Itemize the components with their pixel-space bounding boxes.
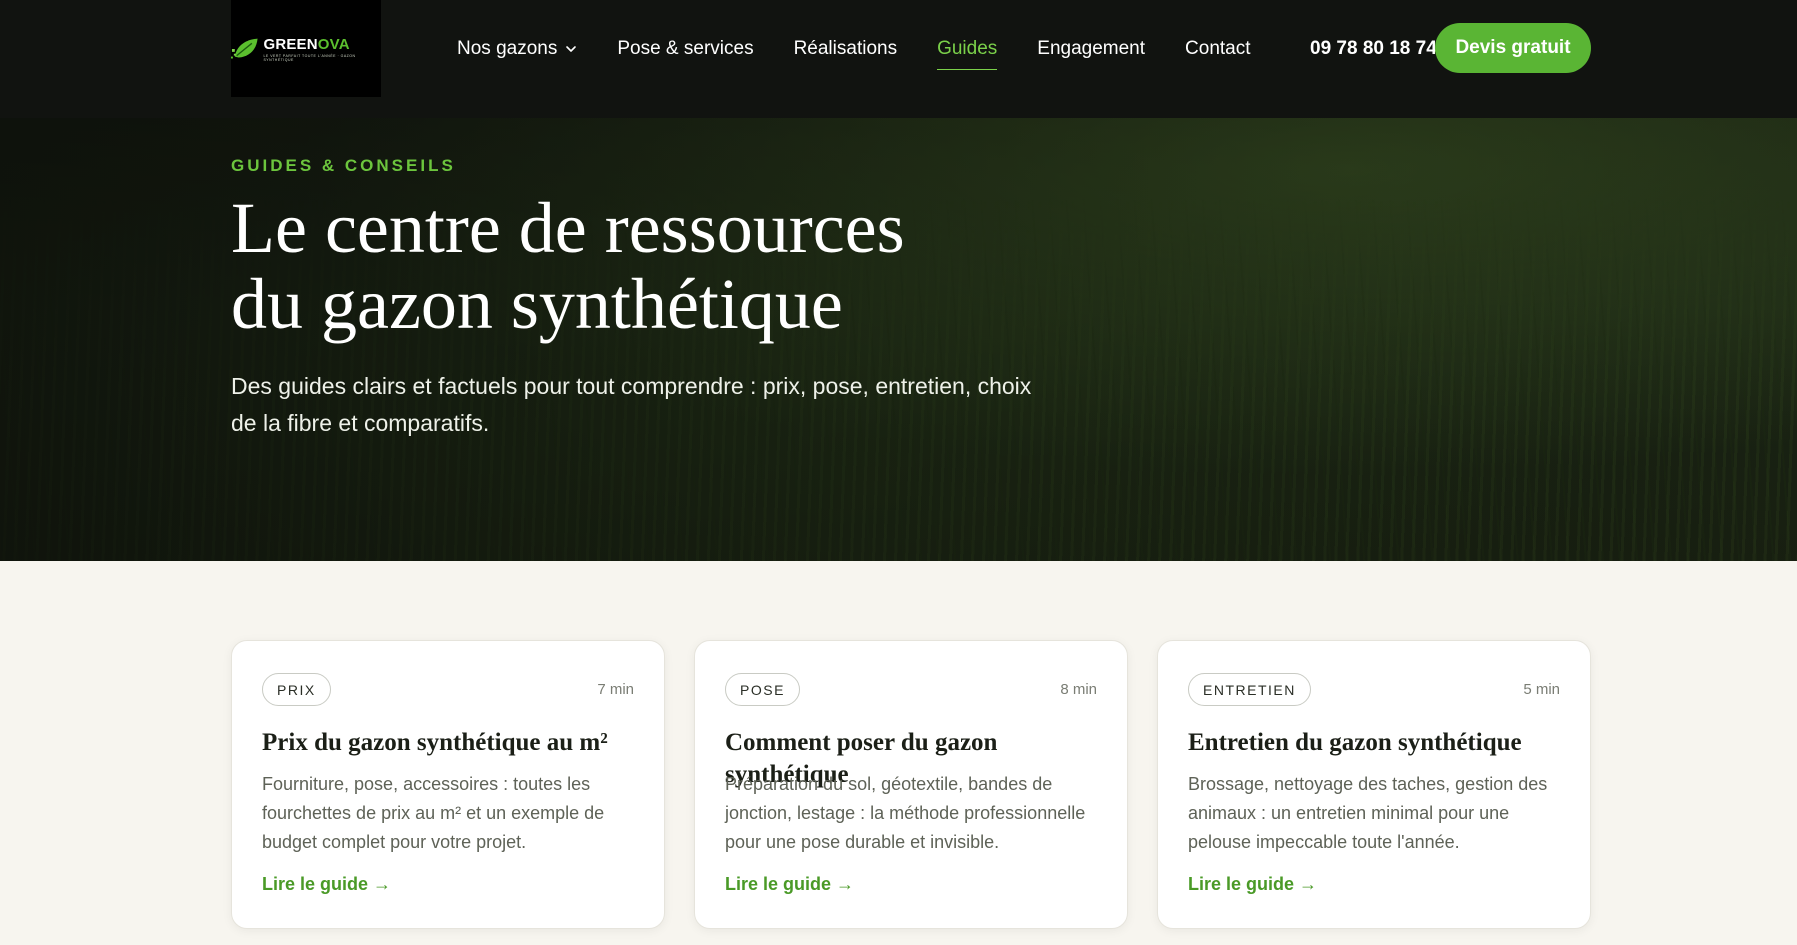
read-guide-link[interactable]: Lire le guide → bbox=[262, 874, 391, 895]
logo-lockup: GREENOVA LE VERT PARFAIT TOUTE L'ANNÉE ·… bbox=[231, 35, 381, 63]
nav-item-label: Guides bbox=[937, 38, 998, 59]
logo-tagline: LE VERT PARFAIT TOUTE L'ANNÉE · GAZON SY… bbox=[263, 53, 356, 62]
logo-text: GREENOVA LE VERT PARFAIT TOUTE L'ANNÉE ·… bbox=[263, 36, 381, 62]
brand-logo[interactable]: GREENOVA LE VERT PARFAIT TOUTE L'ANNÉE ·… bbox=[231, 0, 381, 97]
site-header: GREENOVA LE VERT PARFAIT TOUTE L'ANNÉE ·… bbox=[0, 0, 1797, 118]
hero-title-line1: Le centre de ressources bbox=[231, 188, 905, 268]
nav-item-engagement[interactable]: Engagement bbox=[1037, 36, 1145, 62]
phone-link[interactable]: 09 78 80 18 74 bbox=[1310, 36, 1437, 62]
hero-title-line2: du gazon synthétique bbox=[231, 264, 843, 344]
logo-wordmark: GREENOVA bbox=[263, 36, 381, 53]
leaf-icon bbox=[231, 38, 258, 58]
card-description: Préparation du sol, géotextile, bandes d… bbox=[725, 774, 1086, 852]
nav-item-guides[interactable]: Guides bbox=[937, 36, 998, 70]
read-guide-link[interactable]: Lire le guide → bbox=[725, 874, 854, 895]
card-read-time: 8 min bbox=[1060, 681, 1097, 698]
guide-card-pose[interactable]: POSE 8 min Comment poser du gazon synthé… bbox=[694, 640, 1128, 929]
nav-item-label: Nos gazons bbox=[457, 38, 558, 59]
card-title: Prix du gazon synthétique au m² bbox=[262, 729, 608, 756]
nav-item-label: Réalisations bbox=[793, 38, 898, 59]
devis-gratuit-button[interactable]: Devis gratuit bbox=[1435, 23, 1591, 73]
nav-item-nos-gazons[interactable]: Nos gazons bbox=[457, 36, 577, 62]
hero-eyebrow: GUIDES & CONSEILS bbox=[231, 156, 456, 175]
card-read-time: 5 min bbox=[1523, 681, 1560, 698]
card-read-time: 7 min bbox=[597, 681, 634, 698]
nav-item-label: Pose & services bbox=[617, 38, 754, 59]
guides-cards: PRIX 7 min Prix du gazon synthétique au … bbox=[231, 640, 1591, 930]
logo-word-green: GREEN bbox=[263, 35, 318, 53]
chevron-down-icon bbox=[566, 46, 577, 52]
card-category-tag: POSE bbox=[725, 673, 800, 706]
guide-card-prix[interactable]: PRIX 7 min Prix du gazon synthétique au … bbox=[231, 640, 665, 929]
main-nav: Nos gazons Pose & services Réalisations … bbox=[457, 36, 1291, 70]
card-description: Fourniture, pose, accessoires : toutes l… bbox=[262, 774, 605, 852]
logo-word-ova: OVA bbox=[317, 35, 350, 53]
nav-item-realisations[interactable]: Réalisations bbox=[794, 36, 898, 62]
nav-item-pose-services[interactable]: Pose & services bbox=[617, 36, 753, 62]
card-title: Entretien du gazon synthétique bbox=[1188, 729, 1522, 756]
hero-subtitle: Des guides clairs et factuels pour tout … bbox=[231, 373, 1032, 436]
card-category-tag: ENTRETIEN bbox=[1188, 673, 1311, 706]
guide-card-entretien[interactable]: ENTRETIEN 5 min Entretien du gazon synth… bbox=[1157, 640, 1591, 929]
read-guide-link[interactable]: Lire le guide → bbox=[1188, 874, 1317, 895]
hero-title: Le centre de ressources du gazon synthét… bbox=[231, 190, 1131, 342]
nav-item-label: Engagement bbox=[1037, 38, 1146, 59]
card-category-tag: PRIX bbox=[262, 673, 331, 706]
card-description: Brossage, nettoyage des taches, gestion … bbox=[1188, 774, 1548, 852]
nav-item-contact[interactable]: Contact bbox=[1185, 36, 1250, 62]
nav-item-label: Contact bbox=[1185, 38, 1251, 59]
